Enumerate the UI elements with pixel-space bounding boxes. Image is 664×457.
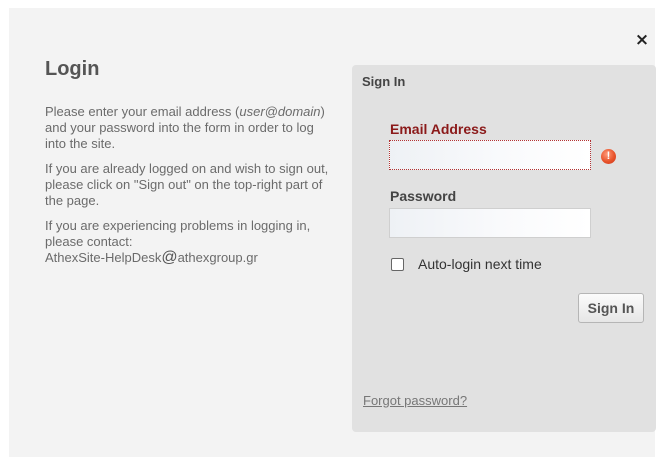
password-field[interactable] — [389, 208, 591, 238]
signin-panel: Sign In Email Address ! Password Auto-lo… — [352, 65, 656, 432]
page-title: Login — [45, 58, 100, 80]
signin-button[interactable]: Sign In — [578, 293, 644, 323]
autologin-checkbox[interactable] — [391, 258, 404, 271]
help-p1-example: user@domain — [239, 104, 321, 119]
help-paragraph-1: Please enter your email address (user@do… — [45, 104, 335, 152]
help-paragraph-2: If you are already logged on and wish to… — [45, 161, 329, 208]
forgot-password-link[interactable]: Forgot password? — [363, 393, 467, 408]
help-paragraph-3: If you are experiencing problems in logg… — [45, 218, 335, 266]
signin-panel-title: Sign In — [362, 74, 406, 89]
help-p1-text-a: Please enter your email address ( — [45, 104, 240, 119]
email-label: Email Address — [390, 121, 487, 137]
error-icon: ! — [601, 149, 616, 164]
helpdesk-email: AthexSite-HelpDesk@athexgroup.gr — [45, 249, 258, 266]
password-label: Password — [390, 188, 457, 204]
email-field[interactable] — [389, 140, 591, 170]
help-p3-text: If you are experiencing problems in logg… — [45, 218, 311, 249]
close-icon[interactable]: × — [634, 32, 650, 49]
autologin-label[interactable]: Auto-login next time — [418, 256, 542, 272]
help-text: Please enter your email address (user@do… — [45, 104, 335, 275]
login-dialog: × Login Please enter your email address … — [9, 8, 656, 457]
